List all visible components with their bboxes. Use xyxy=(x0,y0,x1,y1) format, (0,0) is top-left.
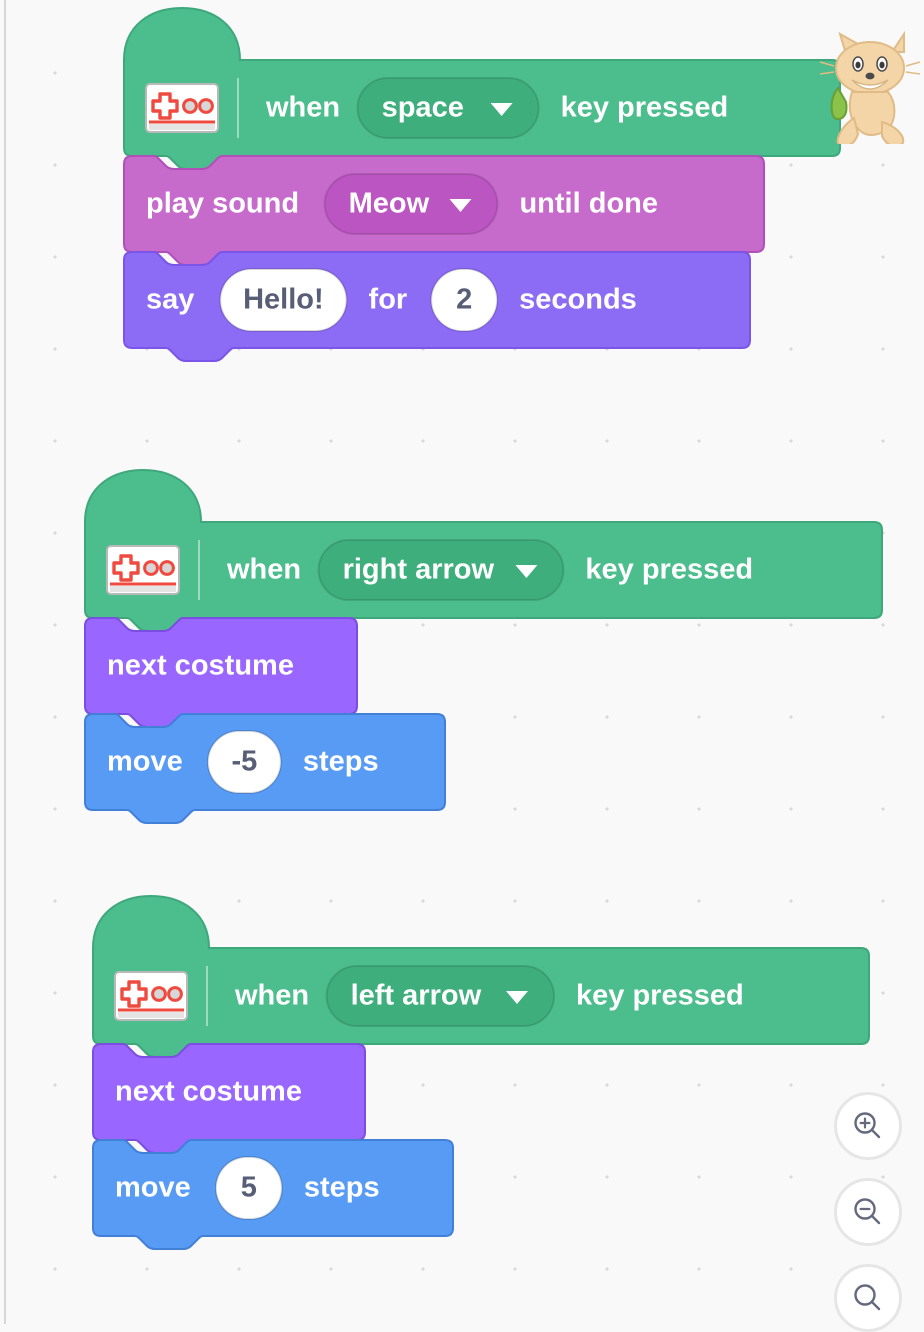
block-label: move xyxy=(107,746,183,778)
block-label: play sound xyxy=(146,188,299,220)
script-canvas: when left arrow key pressed next costume mov… xyxy=(92,894,870,1250)
block-label: next costume xyxy=(107,650,294,682)
move-steps-block[interactable]: move 5 steps xyxy=(92,1139,454,1250)
dropdown-field[interactable]: right arrow xyxy=(317,539,565,601)
when-key-pressed-hat[interactable]: when space key pressed xyxy=(123,6,841,170)
block-label: steps xyxy=(303,746,379,778)
zoom-out-icon xyxy=(854,1198,881,1225)
dropdown-field[interactable]: left arrow xyxy=(325,965,555,1027)
block-label: move xyxy=(115,1172,191,1204)
value-input[interactable]: 2 xyxy=(430,268,499,332)
dropdown-value: Meow xyxy=(349,188,430,220)
input-value: 5 xyxy=(241,1172,257,1204)
zoom-reset-button[interactable] xyxy=(834,1264,902,1332)
block-label: next costume xyxy=(115,1076,302,1108)
block-label: when xyxy=(265,92,340,124)
dropdown-value: right arrow xyxy=(343,554,495,586)
next-costume-block[interactable]: next costume xyxy=(92,1043,366,1154)
dropdown-value: left arrow xyxy=(351,980,482,1012)
block-label: steps xyxy=(304,1172,380,1204)
say-for-seconds-block[interactable]: say Hello! for 2 seconds xyxy=(123,251,751,362)
dropdown-field[interactable]: space xyxy=(356,77,540,139)
scratch-cat-sprite xyxy=(819,30,921,144)
dropdown-value: space xyxy=(382,92,464,124)
dropdown-field[interactable]: Meow xyxy=(323,173,499,235)
value-input[interactable]: 5 xyxy=(214,1156,283,1220)
script-canvas: when right arrow key pressed next costume mo… xyxy=(84,468,883,824)
block-label: when xyxy=(226,554,301,586)
zoom-in-button[interactable] xyxy=(834,1092,902,1160)
zoom-out-button[interactable] xyxy=(834,1178,902,1246)
move-steps-block[interactable]: move -5 steps xyxy=(84,713,446,824)
input-value: -5 xyxy=(231,746,257,778)
block-label: for xyxy=(369,284,408,316)
zoom-reset-icon xyxy=(854,1284,881,1311)
input-value: Hello! xyxy=(243,284,324,316)
block-script[interactable]: when right arrow key pressed next costume mo… xyxy=(84,468,890,836)
block-label: seconds xyxy=(519,284,637,316)
block-label: key pressed xyxy=(576,980,744,1012)
zoom-in-icon xyxy=(854,1112,881,1139)
block-label: key pressed xyxy=(561,92,729,124)
script-canvas: when space key pressed play sound Meow until … xyxy=(123,6,841,362)
block-label: key pressed xyxy=(585,554,753,586)
block-label: until done xyxy=(519,188,658,220)
when-key-pressed-hat[interactable]: when left arrow key pressed xyxy=(92,894,870,1058)
value-input[interactable]: Hello! xyxy=(219,268,348,332)
play-sound-until-done-block[interactable]: play sound Meow until done xyxy=(123,155,765,266)
block-label: when xyxy=(234,980,309,1012)
when-key-pressed-hat[interactable]: when right arrow key pressed xyxy=(84,468,883,632)
block-script[interactable]: when left arrow key pressed next costume mov… xyxy=(92,894,877,1262)
block-label: say xyxy=(146,284,194,316)
block-script[interactable]: when space key pressed play sound Meow until … xyxy=(123,6,848,374)
gamepad-icon xyxy=(114,971,188,1021)
gamepad-icon xyxy=(106,545,180,595)
input-value: 2 xyxy=(456,284,472,316)
value-input[interactable]: -5 xyxy=(206,730,282,794)
gamepad-icon xyxy=(145,83,219,133)
zoom-controls xyxy=(834,1092,902,1332)
next-costume-block[interactable]: next costume xyxy=(84,617,358,728)
code-workspace[interactable]: when space key pressed play sound Meow until … xyxy=(0,0,924,1332)
palette-divider xyxy=(4,0,6,1324)
